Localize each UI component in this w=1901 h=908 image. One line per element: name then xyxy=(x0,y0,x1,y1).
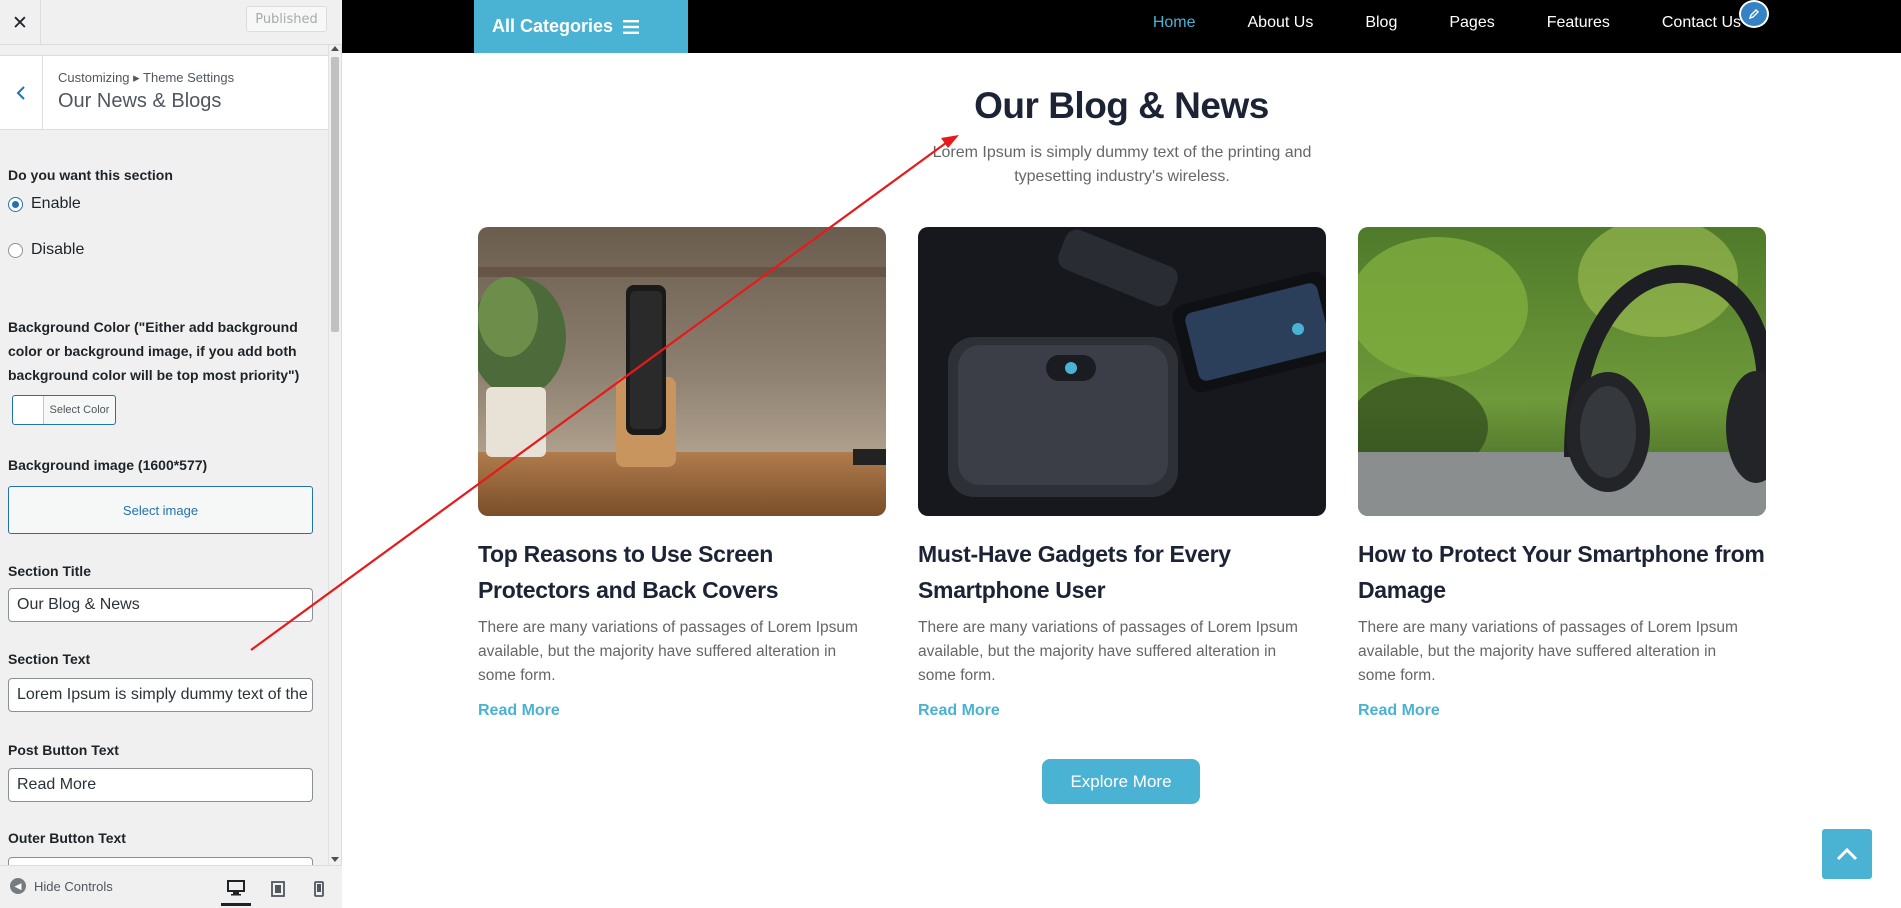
edit-shortcut-pencil-icon[interactable] xyxy=(1739,0,1769,28)
color-swatch[interactable] xyxy=(13,396,44,424)
post-button-text-label: Post Button Text xyxy=(8,742,119,758)
section-text-input[interactable]: Lorem Ipsum is simply dummy text of the … xyxy=(8,678,313,712)
desktop-icon[interactable] xyxy=(221,872,251,906)
customizer-controls: Customizing ▸ Theme Settings Our News & … xyxy=(0,45,328,865)
scroll-up-arrow-icon[interactable] xyxy=(331,46,339,51)
blog-card: Top Reasons to Use Screen Protectors and… xyxy=(478,227,886,720)
nav-about-us[interactable]: About Us xyxy=(1222,14,1340,32)
breadcrumb: Customizing ▸ Theme Settings xyxy=(58,70,235,85)
select-color-label: Select Color xyxy=(49,404,110,416)
blog-card: How to Protect Your Smartphone from Dama… xyxy=(1358,227,1766,720)
hide-controls-button[interactable]: ◀ Hide Controls xyxy=(10,878,113,894)
back-arrow-icon[interactable] xyxy=(0,56,43,129)
post-image-speaker[interactable] xyxy=(918,227,1326,516)
nav-pages[interactable]: Pages xyxy=(1423,14,1520,32)
main-navbar: All Categories Home About Us Blog Pages … xyxy=(342,0,1901,53)
post-button-text-input[interactable]: Read More xyxy=(8,768,313,802)
post-excerpt: There are many variations of passages of… xyxy=(918,619,1298,684)
chevron-up-icon xyxy=(1836,847,1858,861)
explore-more-button[interactable]: Explore More xyxy=(1042,759,1200,804)
select-color-button[interactable]: Select Color xyxy=(12,395,116,425)
customizer-header: ✕ Published xyxy=(0,0,342,45)
section-title-input[interactable]: Our Blog & News xyxy=(8,588,313,622)
enable-question-label: Do you want this section xyxy=(8,167,173,183)
post-title[interactable]: How to Protect Your Smartphone from Dama… xyxy=(1358,536,1766,608)
read-more-link[interactable]: Read More xyxy=(478,702,560,720)
nav-links: Home About Us Blog Pages Features Contac… xyxy=(1127,0,1767,46)
nav-features[interactable]: Features xyxy=(1521,14,1636,32)
blog-section-text: Lorem Ipsum is simply dummy text of the … xyxy=(932,144,1312,185)
close-icon[interactable]: ✕ xyxy=(0,0,41,45)
all-categories-button[interactable]: All Categories xyxy=(474,0,688,53)
select-image-button[interactable]: Select image xyxy=(8,486,313,534)
section-title: Our News & Blogs xyxy=(58,90,222,112)
radio-disable[interactable]: Disable xyxy=(8,241,84,259)
hide-controls-label: Hide Controls xyxy=(34,878,113,894)
radio-enable-dot[interactable] xyxy=(8,196,23,212)
menu-icon xyxy=(623,19,640,34)
site-preview: All Categories Home About Us Blog Pages … xyxy=(342,0,1901,908)
sidebar-scrollbar[interactable] xyxy=(328,45,341,865)
customizer-sidebar: ✕ Published Customizing ▸ Theme Settings… xyxy=(0,0,342,908)
radio-enable-label: Enable xyxy=(31,195,81,212)
read-more-link[interactable]: Read More xyxy=(918,702,1000,720)
nav-home[interactable]: Home xyxy=(1127,14,1222,32)
publish-button[interactable]: Published xyxy=(246,6,327,32)
tablet-icon[interactable] xyxy=(263,872,293,906)
outer-button-text-input[interactable] xyxy=(8,857,313,865)
bg-image-label: Background image (1600*577) xyxy=(8,457,208,473)
scroll-to-top-button[interactable] xyxy=(1822,829,1872,879)
read-more-link[interactable]: Read More xyxy=(1358,702,1440,720)
mobile-icon[interactable] xyxy=(304,872,334,906)
post-title[interactable]: Top Reasons to Use Screen Protectors and… xyxy=(478,536,886,608)
all-categories-label: All Categories xyxy=(492,16,614,36)
radio-disable-dot[interactable] xyxy=(8,242,23,258)
section-text-label: Section Text xyxy=(8,651,91,667)
section-title-label: Section Title xyxy=(8,563,91,579)
radio-disable-label: Disable xyxy=(31,241,85,258)
post-title[interactable]: Must-Have Gadgets for Every Smartphone U… xyxy=(918,536,1326,608)
section-header: Customizing ▸ Theme Settings Our News & … xyxy=(0,55,328,130)
post-excerpt: There are many variations of passages of… xyxy=(478,619,858,684)
customizer-footer: ◀ Hide Controls xyxy=(0,865,342,908)
blog-section-title: Our Blog & News xyxy=(974,85,1269,126)
post-image-headphones[interactable] xyxy=(1358,227,1766,516)
scroll-down-arrow-icon[interactable] xyxy=(331,857,339,862)
collapse-icon: ◀ xyxy=(10,878,26,894)
nav-blog[interactable]: Blog xyxy=(1339,14,1423,32)
scrollbar-thumb[interactable] xyxy=(331,57,339,332)
bg-color-label: Background Color ("Either add background… xyxy=(8,319,300,383)
outer-button-text-label: Outer Button Text xyxy=(8,830,126,846)
post-excerpt: There are many variations of passages of… xyxy=(1358,619,1738,684)
radio-enable[interactable]: Enable xyxy=(8,195,81,213)
blog-card: Must-Have Gadgets for Every Smartphone U… xyxy=(918,227,1326,720)
post-image-phone-stand[interactable] xyxy=(478,227,886,516)
